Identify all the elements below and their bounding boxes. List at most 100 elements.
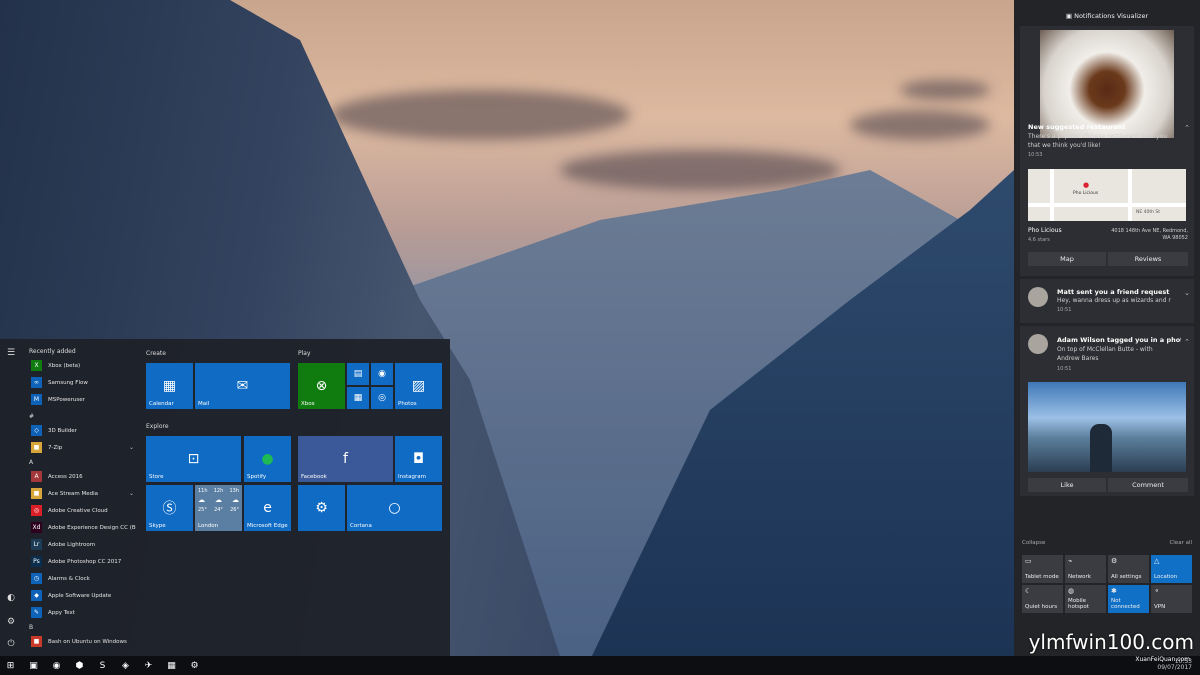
reviews-button[interactable]: Reviews xyxy=(1108,252,1188,266)
app-list-item[interactable]: M MSPoweruser xyxy=(24,391,136,408)
start-menu: ☰ ◐ ⚙ ⏻ Recently added X Xbox (beta) ∞ Sams… xyxy=(0,339,450,656)
app-list-item[interactable]: ∞ Samsung Flow xyxy=(24,374,136,391)
app-label: 3D Builder xyxy=(48,427,77,434)
quick-action-location[interactable]: △ Location xyxy=(1151,555,1192,583)
app-icon: ◷ xyxy=(31,573,42,584)
a-header[interactable]: A xyxy=(29,458,136,468)
settings-icon[interactable]: ⚙ xyxy=(5,616,17,628)
user-avatar-icon[interactable]: ◐ xyxy=(5,592,17,604)
app-list-item[interactable]: ◇ 3D Builder xyxy=(24,422,136,439)
tile-settings[interactable]: ⚙ xyxy=(298,485,345,531)
map-road xyxy=(1128,169,1132,221)
chevron-down-icon[interactable]: ⌄ xyxy=(129,490,134,497)
quick-action-vpn[interactable]: ⚬ VPN xyxy=(1151,585,1192,613)
weather-hour: 11h xyxy=(198,488,208,494)
app-label: Alarms & Clock xyxy=(48,575,90,582)
app-list-item[interactable]: Lr Adobe Lightroom xyxy=(24,536,136,553)
app-list-item[interactable]: ■ Bash on Ubuntu on Windows xyxy=(24,633,136,650)
app-list-item[interactable]: ◎ Adobe Creative Cloud xyxy=(24,502,136,519)
notification-text: On top of McClellan Butte - with Andrew … xyxy=(1057,346,1153,362)
map-button[interactable]: Map xyxy=(1028,252,1106,266)
start-rail: ☰ ◐ ⚙ ⏻ xyxy=(0,339,22,656)
app-title: Notifications Visualizer xyxy=(1074,12,1149,20)
quick-action-mobile-hotspot[interactable]: ◍ Mobile hotspot xyxy=(1065,585,1106,613)
map-pin-icon: ● xyxy=(1083,181,1090,189)
avatar xyxy=(1028,287,1048,307)
app-label: Access 2016 xyxy=(48,473,83,480)
tile-edge[interactable]: e Microsoft Edge xyxy=(244,485,291,531)
comment-button[interactable]: Comment xyxy=(1108,478,1188,492)
notification-restaurant[interactable]: New suggested restaurant ⌃ There's a pop… xyxy=(1020,26,1194,276)
file-explorer-icon[interactable]: ▣ xyxy=(27,659,40,672)
tile-calendar[interactable]: ▦ Calendar xyxy=(146,363,193,409)
tile-label: Microsoft Edge xyxy=(247,523,288,529)
notification-photo-tag[interactable]: Adam Wilson tagged you in a photo ⌃ On t… xyxy=(1020,326,1194,496)
weather-temp: 26° xyxy=(230,507,239,513)
quick-action-all-settings[interactable]: ⚙ All settings xyxy=(1108,555,1149,583)
quick-action-tablet-mode[interactable]: ▭ Tablet mode xyxy=(1022,555,1063,583)
b-header[interactable]: B xyxy=(29,623,136,633)
collapse-link[interactable]: Collapse xyxy=(1022,540,1045,546)
tile-store[interactable]: ⊡ Store xyxy=(146,436,241,482)
tile-groove[interactable]: ◉ xyxy=(371,363,393,385)
app-list-item[interactable]: ◆ Apple Software Update xyxy=(24,587,136,604)
app-icon[interactable]: ⬢ xyxy=(73,659,86,672)
app-list: Recently added X Xbox (beta) ∞ Samsung Flow… xyxy=(24,347,136,656)
wallpaper-cloud xyxy=(330,90,630,140)
store-icon[interactable]: ▦ xyxy=(165,659,178,672)
app-list-item[interactable]: A Access 2016 xyxy=(24,468,136,485)
app-list-item[interactable]: ◷ Alarms & Clock xyxy=(24,570,136,587)
skype-icon[interactable]: S xyxy=(96,659,109,672)
tile-cortana[interactable]: ○ Cortana xyxy=(347,485,442,531)
app-list-item[interactable]: ■ Ace Stream Media ⌄ xyxy=(24,485,136,502)
quick-action-label: Mobile hotspot xyxy=(1068,598,1089,610)
telegram-icon[interactable]: ✈ xyxy=(142,659,155,672)
tile-weather[interactable]: 11h 12h 13h ☁ ☁ ☁ 25° 24° 26° London xyxy=(195,485,242,531)
notification-friend-request[interactable]: Matt sent you a friend request ⌄ Hey, wa… xyxy=(1020,279,1194,323)
chrome-icon[interactable]: ◉ xyxy=(50,659,63,672)
tagged-photo[interactable] xyxy=(1028,382,1186,472)
tile-photos[interactable]: ▨ Photos xyxy=(395,363,442,409)
chevron-up-icon[interactable]: ⌃ xyxy=(1184,124,1190,132)
power-icon[interactable]: ⏻ xyxy=(5,638,17,650)
notification-title: Adam Wilson tagged you in a photo xyxy=(1057,336,1181,344)
quick-action-not-connected[interactable]: ✱ Not connected xyxy=(1108,585,1149,613)
chevron-up-icon[interactable]: ⌃ xyxy=(1184,338,1190,346)
start-icon[interactable]: ⊞ xyxy=(4,659,17,672)
app-label: Adobe Experience Design CC (Beta) xyxy=(48,524,136,531)
app-list-item[interactable]: ■ 7-Zip ⌄ xyxy=(24,439,136,456)
settings-icon[interactable]: ⚙ xyxy=(188,659,201,672)
chevron-down-icon[interactable]: ⌄ xyxy=(129,444,134,451)
quick-action-label: VPN xyxy=(1154,604,1166,610)
map-image[interactable]: ● Pho Licious NE 40th St xyxy=(1028,169,1186,221)
tile-movies[interactable]: ▤ xyxy=(347,363,369,385)
tile-spotify[interactable]: ● Spotify xyxy=(244,436,291,482)
recent-apps: X Xbox (beta) ∞ Samsung Flow M MSPoweruser xyxy=(24,357,136,408)
tile-label: Calendar xyxy=(149,401,174,407)
hamburger-icon[interactable]: ☰ xyxy=(5,347,17,359)
tile-label: Instagram xyxy=(398,474,426,480)
tile-skype[interactable]: Ⓢ Skype xyxy=(146,485,193,531)
notification-title: Matt sent you a friend request xyxy=(1057,288,1170,296)
app-list-item[interactable]: Ps Adobe Photoshop CC 2017 xyxy=(24,553,136,570)
outlook-icon[interactable]: ◈ xyxy=(119,659,132,672)
app-list-item[interactable]: X Xbox (beta) xyxy=(24,357,136,374)
clear-all-link[interactable]: Clear all xyxy=(1169,540,1192,546)
quick-action-network[interactable]: ⌁ Network xyxy=(1065,555,1106,583)
quick-action-quiet-hours[interactable]: ☾ Quiet hours xyxy=(1022,585,1063,613)
tile-calculator[interactable]: ▦ xyxy=(347,387,369,409)
like-button[interactable]: Like xyxy=(1028,478,1106,492)
weather-temp: 24° xyxy=(214,507,223,513)
tile-camera[interactable]: ◎ xyxy=(371,387,393,409)
app-label: 7-Zip xyxy=(48,444,63,451)
quick-action-label: Tablet mode xyxy=(1025,574,1059,580)
tile-instagram[interactable]: ◘ Instagram xyxy=(395,436,442,482)
store-icon: ⊡ xyxy=(187,451,200,467)
tile-xbox[interactable]: ⊗ Xbox xyxy=(298,363,345,409)
app-list-item[interactable]: ✎ Appy Text xyxy=(24,604,136,621)
app-list-item[interactable]: Xd Adobe Experience Design CC (Beta) xyxy=(24,519,136,536)
quick-action-icon: ▭ xyxy=(1025,557,1032,565)
hash-header[interactable]: # xyxy=(29,412,136,422)
tile-facebook[interactable]: f Facebook xyxy=(298,436,393,482)
tile-mail[interactable]: ✉ Mail xyxy=(195,363,290,409)
